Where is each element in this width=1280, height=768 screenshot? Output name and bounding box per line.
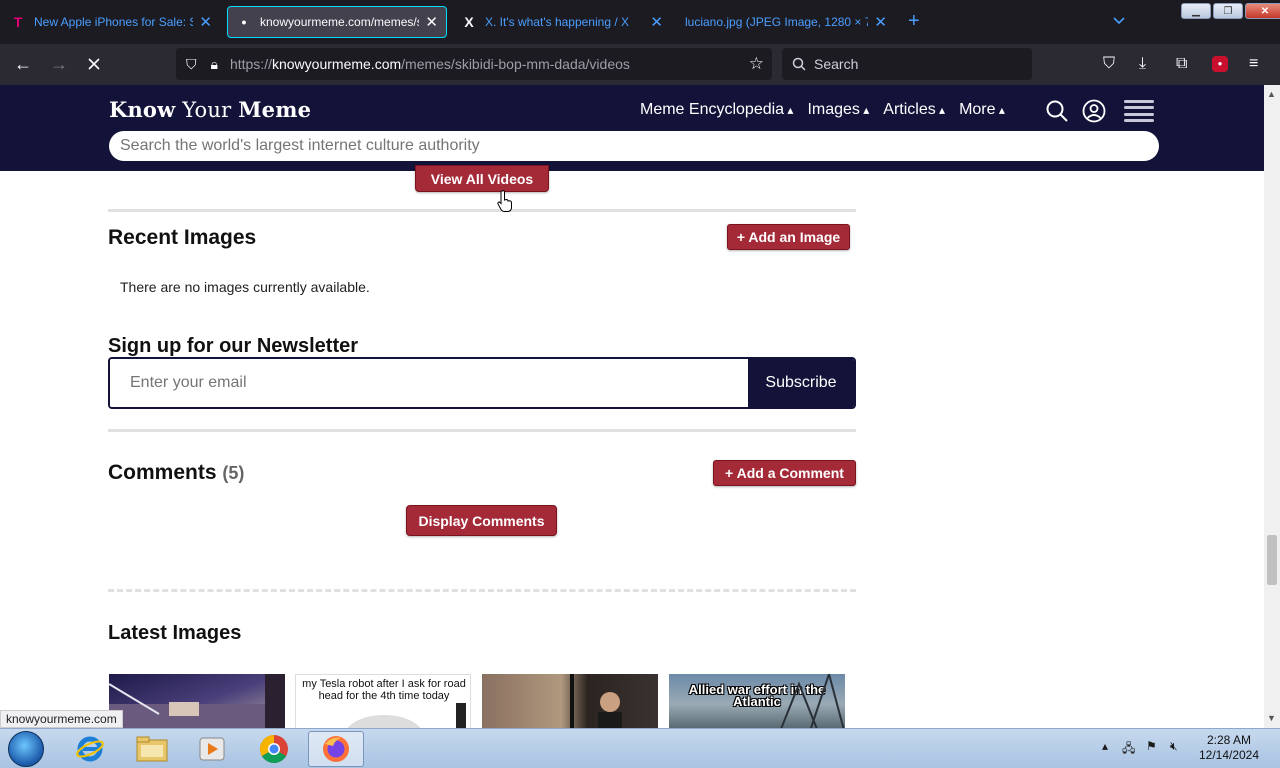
tab-tmobile[interactable]: T New Apple iPhones for Sale: Sh ✕ (2, 6, 220, 38)
network-icon[interactable]: 🖧︎ (1122, 739, 1135, 760)
window-controls: ▁ ❐ ✕ (1181, 3, 1280, 19)
internet-explorer-icon[interactable] (62, 731, 118, 767)
status-bar-url: knowyourmeme.com (0, 710, 123, 728)
scroll-up-icon[interactable]: ▲ (1267, 89, 1276, 99)
extensions-icon[interactable]: ⧉ (1176, 55, 1187, 73)
nav-more[interactable]: More (959, 101, 1005, 119)
user-account-icon[interactable] (1082, 99, 1106, 123)
recent-images-heading: Recent Images (108, 226, 257, 249)
start-button-icon[interactable] (8, 731, 44, 767)
latest-image-thumbnail[interactable] (109, 674, 285, 728)
tab-title: luciano.jpg (JPEG Image, 1280 × 72 (685, 15, 869, 29)
subscribe-button[interactable]: Subscribe (748, 359, 854, 407)
tab-knowyourmeme[interactable]: • knowyourmeme.com/memes/s ✕ (227, 6, 447, 38)
nav-images[interactable]: Images (807, 101, 869, 119)
scroll-down-icon[interactable]: ▼ (1267, 713, 1276, 723)
page-scrollbar[interactable]: ▲ ▼ (1264, 85, 1280, 728)
shield-icon[interactable]: ⛉ (186, 56, 197, 73)
ublock-icon[interactable]: ● (1212, 56, 1228, 72)
thumbnail-art (109, 674, 285, 728)
section-divider (108, 429, 856, 432)
browser-tab-bar: T New Apple iPhones for Sale: Sh ✕ • kno… (0, 0, 1280, 44)
bookmark-star-icon[interactable]: ☆ (749, 54, 764, 74)
search-icon (792, 57, 806, 71)
close-tab-icon[interactable]: ✕ (199, 13, 212, 31)
newsletter-heading: Sign up for our Newsletter (108, 335, 359, 357)
close-tab-icon[interactable]: ✕ (650, 13, 663, 31)
lock-icon[interactable]: 🔒︎ (211, 56, 218, 73)
latest-image-thumbnail[interactable]: my Tesla robot after I ask for road head… (295, 674, 471, 728)
site-search-input[interactable] (109, 131, 1159, 161)
chevron-down-icon[interactable] (1112, 14, 1126, 28)
stop-loading-icon[interactable] (86, 56, 102, 72)
browser-search-input[interactable]: Search (782, 48, 1032, 80)
close-tab-icon[interactable]: ✕ (874, 13, 887, 31)
windows-taskbar: ▴ 🖧︎ ⚑ 🔇︎ 2:28 AM 12/14/2024 (0, 728, 1280, 768)
new-tab-icon[interactable]: + (908, 10, 920, 33)
thumbnail-art (570, 674, 622, 728)
tab-title: New Apple iPhones for Sale: Sh (34, 15, 194, 29)
forward-arrow-icon[interactable]: → (50, 54, 68, 74)
system-clock[interactable]: 2:28 AM 12/14/2024 (1196, 733, 1262, 763)
site-nav: Meme Encyclopedia Images Articles More (640, 101, 1005, 119)
scrollbar-thumb[interactable] (1267, 535, 1277, 585)
thumbnail-art (347, 703, 466, 728)
latest-images-heading: Latest Images (108, 622, 242, 644)
no-images-message: There are no images currently available. (120, 279, 370, 295)
hand-cursor-icon (497, 190, 512, 212)
pocket-icon[interactable]: ⛉ (1103, 55, 1115, 73)
volume-muted-icon[interactable]: 🔇︎ (1170, 739, 1178, 754)
thumbnail-art (780, 674, 845, 728)
comments-count: (5) (222, 463, 245, 483)
chrome-icon[interactable] (246, 731, 302, 767)
minimize-icon[interactable]: ▁ (1181, 3, 1211, 19)
display-comments-button[interactable]: Display Comments (406, 505, 557, 536)
site-header: Know Your Meme Meme Encyclopedia Images … (0, 85, 1264, 171)
view-all-videos-button[interactable]: View All Videos (415, 165, 549, 192)
add-image-button[interactable]: + Add an Image (727, 224, 850, 250)
dashed-divider (108, 589, 856, 592)
email-field[interactable] (110, 359, 748, 407)
back-arrow-icon[interactable]: ← (14, 54, 32, 74)
newsletter-form: Subscribe (108, 357, 856, 409)
site-menu-icon[interactable] (1124, 100, 1154, 122)
tab-image[interactable]: luciano.jpg (JPEG Image, 1280 × 72 ✕ (677, 6, 895, 38)
latest-image-thumbnail[interactable]: Allied war effort in the Atlantic (669, 674, 845, 728)
search-placeholder: Search (814, 56, 859, 72)
close-window-icon[interactable]: ✕ (1245, 3, 1280, 19)
file-explorer-icon[interactable] (124, 731, 180, 767)
action-center-flag-icon[interactable]: ⚑ (1146, 739, 1157, 753)
media-player-icon[interactable] (184, 731, 240, 767)
close-tab-icon[interactable]: ✕ (425, 13, 438, 31)
loading-dot-icon: • (241, 14, 247, 30)
x-logo-icon: X (464, 14, 474, 30)
tmobile-icon: T (13, 14, 23, 30)
hamburger-menu-icon[interactable]: ≡ (1249, 55, 1258, 73)
search-icon[interactable] (1045, 99, 1069, 123)
url-text: https://knowyourmeme.com/memes/skibidi-b… (229, 56, 630, 72)
web-page: Know Your Meme Meme Encyclopedia Images … (0, 85, 1264, 728)
address-bar[interactable]: ⛉ 🔒︎ https://knowyourmeme.com/memes/skib… (176, 48, 772, 80)
comments-heading: Comments (5) (108, 461, 245, 484)
firefox-icon[interactable] (308, 731, 364, 767)
download-icon[interactable]: ⤓ (1139, 55, 1146, 73)
site-logo[interactable]: Know Your Meme (109, 97, 311, 122)
tab-x[interactable]: X X. It's what's happening / X ✕ (453, 6, 671, 38)
tab-title: knowyourmeme.com/memes/s (260, 15, 420, 29)
nav-articles[interactable]: Articles (883, 101, 945, 119)
show-hidden-icons[interactable]: ▴ (1102, 739, 1108, 753)
add-comment-button[interactable]: + Add a Comment (713, 460, 856, 486)
latest-image-thumbnail[interactable] (482, 674, 658, 728)
restore-icon[interactable]: ❐ (1213, 3, 1243, 19)
section-divider (108, 209, 856, 212)
tab-title: X. It's what's happening / X (485, 15, 629, 29)
nav-meme-encyclopedia[interactable]: Meme Encyclopedia (640, 101, 793, 119)
